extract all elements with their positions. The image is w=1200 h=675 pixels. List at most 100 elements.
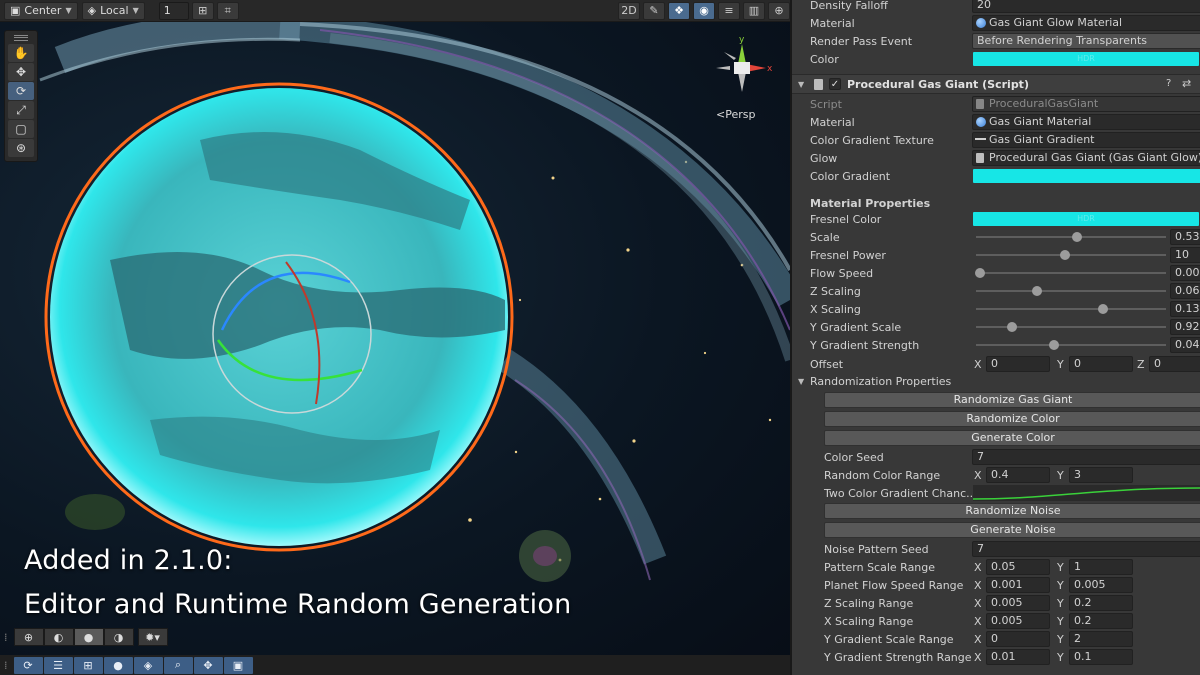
orientation-gizmo[interactable]: y x: [712, 34, 772, 102]
gradient-texture-field[interactable]: Gas Giant Gradient: [972, 132, 1200, 148]
sphere-icon[interactable]: ●: [103, 656, 133, 674]
y-gradient-strength-field[interactable]: 0.041: [1170, 337, 1200, 353]
y-gradient-scale-field[interactable]: 0.929: [1170, 319, 1200, 335]
generate-noise-button[interactable]: Generate Noise: [824, 522, 1200, 538]
slider-track[interactable]: [976, 272, 1166, 274]
debug-mode-icon[interactable]: ✹▾: [137, 628, 168, 646]
slider-track[interactable]: [976, 308, 1166, 310]
z-scaling-field[interactable]: 0.064: [1170, 283, 1200, 299]
slider-handle[interactable]: [1007, 322, 1018, 332]
globe-icon[interactable]: ⊕: [768, 1, 790, 20]
color-gradient-swatch[interactable]: [973, 169, 1200, 183]
help-icon[interactable]: ?: [1166, 78, 1171, 89]
shaded-mode-icon[interactable]: ●: [73, 628, 104, 646]
pivot-mode-dropdown[interactable]: ▣ Center ▼: [4, 1, 78, 20]
move-tool-icon[interactable]: ✥: [8, 63, 34, 81]
hierarchy-icon[interactable]: ☰: [43, 656, 73, 674]
range-y-field[interactable]: 0.1: [1069, 649, 1133, 665]
gradient-texture-label: Color Gradient Texture: [810, 133, 934, 147]
slider-track[interactable]: [976, 326, 1166, 328]
slider-handle[interactable]: [1031, 286, 1042, 296]
scale-tool-icon[interactable]: ⤢: [8, 101, 34, 119]
range-y-field[interactable]: 1: [1069, 559, 1133, 575]
slider-track[interactable]: [976, 236, 1166, 238]
offset-y-field[interactable]: 0: [1069, 356, 1133, 372]
noise-seed-field[interactable]: 7: [972, 541, 1200, 557]
slider-track[interactable]: [976, 290, 1166, 292]
density-falloff-field[interactable]: 20: [972, 0, 1200, 13]
drag-grip-icon[interactable]: [8, 34, 34, 42]
space-mode-dropdown[interactable]: ◈ Local ▼: [81, 1, 145, 20]
foldout-arrow-icon[interactable]: ▼: [798, 377, 804, 386]
grid-snap-icon[interactable]: ⊞: [191, 1, 214, 20]
randomization-header[interactable]: ▼ Randomization Properties: [792, 372, 1200, 390]
shaded-wire-mode-icon[interactable]: ◐: [43, 628, 74, 646]
scale-field[interactable]: 0.534: [1170, 229, 1200, 245]
glow-material-row: Material Gas Giant Glow Material: [792, 14, 1200, 32]
slider-handle[interactable]: [1048, 340, 1059, 350]
color-seed-field[interactable]: 7: [972, 449, 1200, 465]
wireframe-mode-icon[interactable]: ⊕: [13, 628, 44, 646]
2d-toggle-icon[interactable]: 2D: [618, 1, 640, 20]
slider-handle[interactable]: [974, 268, 985, 278]
random-color-range-y-field[interactable]: 3: [1069, 467, 1133, 483]
range-x-field[interactable]: 0.01: [986, 649, 1050, 665]
move-icon[interactable]: ✥: [193, 656, 223, 674]
material-field[interactable]: Gas Giant Material: [972, 114, 1200, 130]
randomize-gas-giant-button[interactable]: Randomize Gas Giant: [824, 392, 1200, 408]
visibility-eye-icon[interactable]: ◉: [693, 1, 715, 20]
enabled-checkbox[interactable]: ✓: [829, 78, 841, 90]
range-y-field[interactable]: 0.2: [1069, 613, 1133, 629]
slider-track[interactable]: [976, 254, 1166, 256]
x-scaling-field[interactable]: 0.135: [1170, 301, 1200, 317]
glow-field[interactable]: Procedural Gas Giant (Gas Giant Glow): [972, 150, 1200, 166]
flow-speed-field[interactable]: 0.002: [1170, 265, 1200, 281]
scene-view[interactable]: ▣ Center ▼ ◈ Local ▼ 1 ⊞ ⌗ 2D ✎ ❖ ◉ ≡ ▥ …: [0, 0, 790, 675]
two-color-chance-curve[interactable]: [973, 485, 1200, 501]
range-y-field[interactable]: 0.005: [1069, 577, 1133, 593]
slider-handle[interactable]: [1060, 250, 1071, 260]
offset-x-field[interactable]: 0: [986, 356, 1050, 372]
render-pass-dropdown[interactable]: Before Rendering Transparents: [972, 33, 1200, 49]
glow-color-swatch[interactable]: HDR: [973, 52, 1199, 66]
rotate-icon[interactable]: ⟳: [13, 656, 43, 674]
range-x-field[interactable]: 0.005: [986, 595, 1050, 611]
range-label: X Scaling Range: [824, 614, 914, 628]
slider-handle[interactable]: [1098, 304, 1109, 314]
generate-color-button[interactable]: Generate Color: [824, 430, 1200, 446]
randomize-noise-button[interactable]: Randomize Noise: [824, 503, 1200, 519]
rect-tool-icon[interactable]: ▢: [8, 120, 34, 138]
range-x-field[interactable]: 0.05: [986, 559, 1050, 575]
snap-settings-icon[interactable]: ⌗: [216, 1, 239, 20]
gizmos-icon[interactable]: ▥: [743, 1, 765, 20]
offset-z-field[interactable]: 0: [1149, 356, 1200, 372]
rotate-tool-icon[interactable]: ⟳: [8, 82, 34, 100]
component-header[interactable]: ▼ ✓ Procedural Gas Giant (Script) ? ⇄: [792, 74, 1200, 94]
foldout-arrow-icon[interactable]: ▼: [798, 80, 804, 89]
persp-label[interactable]: <Persp: [716, 108, 755, 121]
range-x-field[interactable]: 0.001: [986, 577, 1050, 593]
mesh-icon[interactable]: ⊞: [73, 656, 103, 674]
layers-icon[interactable]: ◈: [133, 656, 163, 674]
random-color-range-x-field[interactable]: 0.4: [986, 467, 1050, 483]
layers-icon[interactable]: ≡: [718, 1, 740, 20]
randomize-color-button[interactable]: Randomize Color: [824, 411, 1200, 427]
transform-tool-icon[interactable]: ⊛: [8, 139, 34, 157]
range-y-field[interactable]: 2: [1069, 631, 1133, 647]
slider-handle[interactable]: [1072, 232, 1083, 242]
lighting-toggle-icon[interactable]: ✎: [643, 1, 665, 20]
hand-tool-icon[interactable]: ✋: [8, 44, 34, 62]
presets-icon[interactable]: ⇄: [1182, 77, 1191, 90]
range-x-field[interactable]: 0: [986, 631, 1050, 647]
range-x-field[interactable]: 0.005: [986, 613, 1050, 629]
snap-increment-field[interactable]: 1: [158, 1, 189, 20]
range-y-field[interactable]: 0.2: [1069, 595, 1133, 611]
effects-toggle-icon[interactable]: ❖: [668, 1, 690, 20]
slider-track[interactable]: [976, 344, 1166, 346]
search-icon[interactable]: ⌕: [163, 656, 193, 674]
camera-icon[interactable]: ▣: [223, 656, 253, 674]
glow-material-field[interactable]: Gas Giant Glow Material: [972, 15, 1200, 31]
fresnel-power-field[interactable]: 10: [1170, 247, 1200, 263]
unlit-mode-icon[interactable]: ◑: [103, 628, 134, 646]
fresnel-color-swatch[interactable]: HDR: [973, 212, 1199, 226]
